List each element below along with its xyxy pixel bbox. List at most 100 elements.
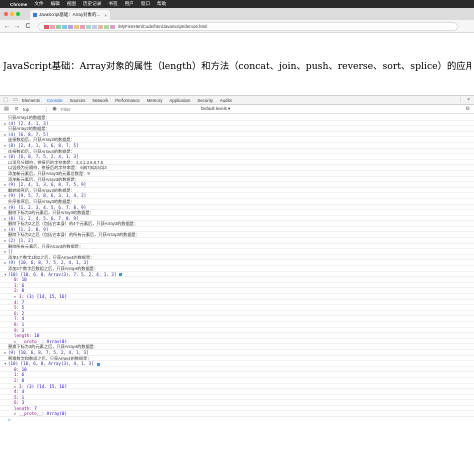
console-settings-icon[interactable]: ⚙ [466,106,474,112]
tab-sources[interactable]: Sources [70,98,86,103]
close-window-button[interactable] [4,12,8,16]
pixel-block [110,24,115,29]
console-toolbar: ▤ ⊘ top ◉ Default levels ▾ ⚙ [0,105,474,114]
array-preview: (10) [10, 6, 8, Array(3), 4, 1, 3] [8,361,94,367]
pixel-block [44,24,49,29]
property-key: ▸ 3: [14,383,25,389]
tab-audits[interactable]: Audits [220,98,232,103]
device-toolbar-icon[interactable]: ▭ [12,97,19,104]
tab-network[interactable]: Network [92,98,108,103]
tab-strip: JavaScript基础：Array对象的... × [0,8,474,20]
favicon-icon [33,13,37,17]
info-badge-icon [96,362,100,366]
menu-help[interactable]: 帮助 [157,1,166,7]
devtools-tab-bar: ⬚ ▭ Elements Console Sources Network Per… [0,96,474,105]
property-value: 10 [21,366,27,372]
array-preview: (8) [2, 4, 1, 3, 6, 8, 7, 5] [8,142,79,148]
menu-people[interactable]: 用户 [125,1,134,7]
address-bar[interactable]: /MyFirstHtmlCode/htmlJavaScript/demo6.ht… [38,22,458,31]
filter-input[interactable] [61,106,181,112]
property-value: 4 [21,389,25,395]
array-preview: (2) [1, 2] [8,238,34,244]
property-value: 3 [21,400,25,406]
close-devtools-icon[interactable]: × [467,97,470,103]
devtools-panel: ⬚ ▭ Elements Console Sources Network Per… [0,95,474,474]
property-key: length: [14,333,32,339]
pixel-block [50,24,55,29]
address-url: /MyFirstHtmlCode/htmlJavaScript/demo6.ht… [118,24,208,29]
more-options-icon[interactable]: ⋮ [458,97,463,103]
array-preview: (4) [1, 2, 8, 9] [8,226,49,232]
tab-application[interactable]: Application [169,98,190,103]
array-preview: [] [8,249,14,255]
tab-title: JavaScript基础：Array对象的... [39,12,100,17]
property-value: 1 [21,321,25,327]
property-value: (3) [14, 15, 16] [26,383,67,389]
pixel-block [74,24,79,29]
property-value: 6 [21,282,25,288]
tab-memory[interactable]: Memory [147,98,163,103]
pixel-block [80,24,85,29]
array-preview: (9) [10, 6, 8, 7, 5, 2, 4, 1, 3] [8,260,89,266]
pixel-block [104,24,109,29]
array-preview: (8) [1, 2, 4, 5, 6, 7, 8, 9] [8,215,79,221]
property-value: 10 [34,333,40,339]
browser-tab[interactable]: JavaScript基础：Array对象的... × [30,10,110,20]
pixel-block [62,24,67,29]
page-content: JavaScript基础：Array对象的属性（length）和方法（conca… [0,33,474,93]
property-value: 8 [21,377,25,383]
minimize-window-button[interactable] [10,12,14,16]
property-value: 7 [34,405,37,411]
reload-button[interactable]: C [24,22,32,31]
menu-chrome[interactable]: Chrome [10,2,27,7]
clear-console-icon[interactable]: ⊘ [13,106,20,113]
pixel-block [86,24,91,29]
property-value: 3 [21,327,25,333]
property-key: ▸ __proto__: [14,338,45,344]
mac-menubar: Chrome 文件 编辑 视图 历史记录 书签 用户 窗口 帮助 [0,0,474,8]
property-value: Array(0) [46,411,67,417]
menu-window[interactable]: 窗口 [141,1,150,7]
page-heading: JavaScript基础：Array对象的属性（length）和方法（conca… [3,61,471,72]
property-value: 8 [21,288,25,294]
pixel-block [98,24,103,29]
property-value: 2 [21,310,25,316]
tab-elements[interactable]: Elements [22,98,40,103]
property-value: 7 [21,299,25,305]
tab-security[interactable]: Security [197,98,213,103]
tab-performance[interactable]: Performance [115,98,140,103]
array-preview: (4) [6, 8, 7, 5] [8,131,49,137]
menu-edit[interactable]: 编辑 [51,1,60,7]
property-key: ▸ __proto__: [14,411,45,417]
property-value: 1 [21,394,25,400]
zoom-window-button[interactable] [16,12,20,16]
pixel-block [92,24,97,29]
property-value: 5 [21,305,25,311]
inspect-element-icon[interactable]: ⬚ [2,97,9,104]
menu-bookmarks[interactable]: 书签 [108,1,117,7]
array-preview: (9) [10, 6, 8, 7, 5, 2, 4, 1, 3] [8,349,89,355]
forward-button[interactable]: → [13,22,21,31]
console-prompt[interactable]: > [0,417,474,423]
property-value: 6 [21,372,25,378]
browser-toolbar: ← → C /MyFirstHtmlCode/htmlJavaScript/de… [0,20,474,33]
tab-console[interactable]: Console [47,98,63,103]
array-preview: (8) [6, 8, 7, 5, 2, 4, 1, 3] [8,154,79,160]
console-log[interactable]: 只获Array1的数据是： ▸ (4) [2, 4, 1, 3] 只获Array2的数… [0,115,474,474]
menu-file[interactable]: 文件 [34,1,43,7]
context-select[interactable]: top [23,106,47,112]
pixel-block [56,24,61,29]
property-value: 4 [21,316,25,322]
menu-view[interactable]: 视图 [67,1,76,7]
menu-history[interactable]: 历史记录 [83,1,101,7]
sidebar-toggle-icon[interactable]: ▤ [3,106,10,113]
log-levels-select[interactable]: Default levels ▾ [201,106,230,112]
back-button[interactable]: ← [3,22,11,31]
array-preview: (10) [10, 6, 8, Array(3), 7, 5, 2, 4, 1,… [8,271,117,277]
array-preview: (9) [1, 2, 3, 4, 5, 6, 7, 8, 9] [8,204,87,210]
live-expression-icon[interactable]: ◉ [51,106,58,113]
property-value: 10 [21,277,27,283]
info-badge-icon [119,273,123,277]
tab-close-icon[interactable]: × [104,13,107,18]
property-value: (3) [14, 15, 16] [26,294,67,299]
